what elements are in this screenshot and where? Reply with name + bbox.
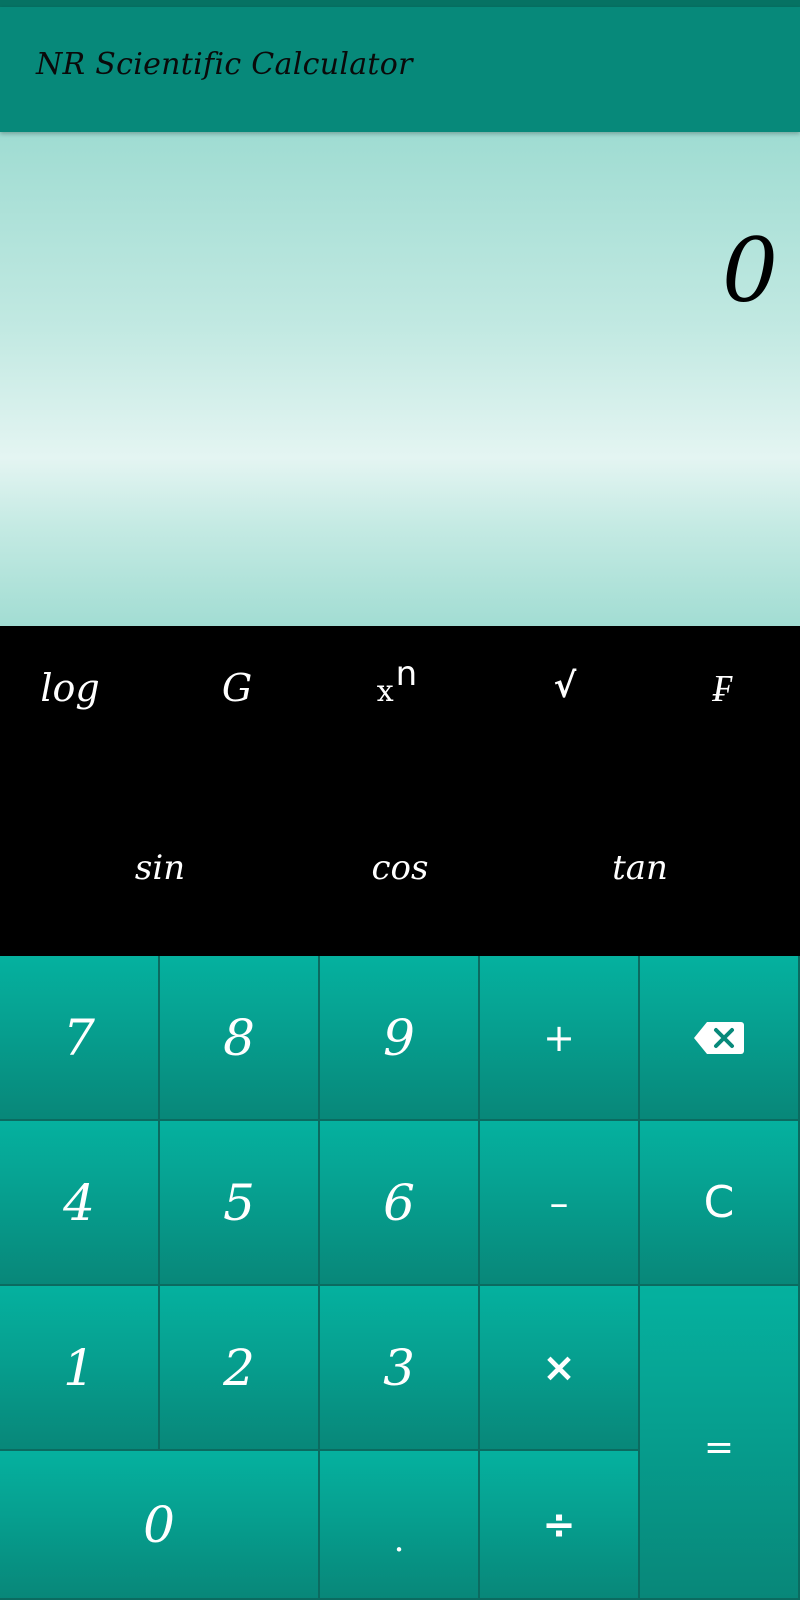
backspace-button[interactable] — [640, 956, 800, 1121]
key-minus[interactable]: – — [480, 1121, 640, 1286]
keypad: 7 8 9 + 4 5 6 – C 1 2 3 × = 0 . ÷ — [0, 956, 800, 1600]
key-multiply[interactable]: × — [480, 1286, 640, 1451]
key-7[interactable]: 7 — [0, 956, 160, 1121]
key-plus[interactable]: + — [480, 956, 640, 1121]
key-9[interactable]: 9 — [320, 956, 480, 1121]
app-bar: NR Scientific Calculator — [0, 7, 800, 132]
key-4[interactable]: 4 — [0, 1121, 160, 1286]
key-5[interactable]: 5 — [160, 1121, 320, 1286]
tan-button[interactable]: tan — [570, 848, 710, 888]
g-button[interactable]: G — [177, 666, 297, 710]
clear-button[interactable]: C — [640, 1121, 800, 1286]
sin-button[interactable]: sin — [90, 848, 230, 888]
key-1[interactable]: 1 — [0, 1286, 160, 1451]
power-exponent: n — [395, 654, 418, 694]
sqrt-button[interactable]: √ — [505, 666, 625, 706]
backspace-icon — [693, 1020, 745, 1056]
status-strip — [0, 0, 800, 7]
scientific-panel: log G xn √ ₣ sin cos tan — [0, 626, 800, 956]
key-2[interactable]: 2 — [160, 1286, 320, 1451]
key-0[interactable]: 0 — [0, 1451, 320, 1600]
power-base: x — [376, 674, 394, 709]
key-6[interactable]: 6 — [320, 1121, 480, 1286]
key-8[interactable]: 8 — [160, 956, 320, 1121]
equals-button[interactable]: = — [640, 1286, 800, 1600]
display-value: 0 — [722, 219, 778, 322]
key-divide[interactable]: ÷ — [480, 1451, 640, 1600]
f-button[interactable]: ₣ — [662, 666, 782, 711]
calculator-display: 0 — [0, 132, 800, 626]
cos-button[interactable]: cos — [330, 848, 470, 888]
log-button[interactable]: log — [10, 666, 130, 710]
key-3[interactable]: 3 — [320, 1286, 480, 1451]
power-button[interactable]: xn — [337, 654, 457, 710]
key-dot[interactable]: . — [320, 1451, 480, 1600]
app-title: NR Scientific Calculator — [36, 47, 413, 82]
